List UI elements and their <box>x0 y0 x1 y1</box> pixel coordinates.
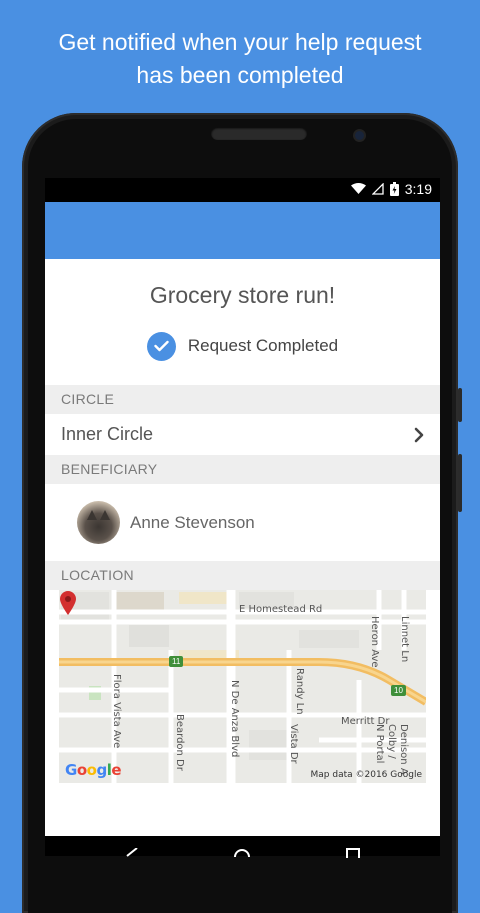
map-label-vista: Vista Dr <box>288 724 299 764</box>
phone-camera <box>355 131 364 140</box>
google-logo: Google <box>65 761 122 779</box>
circle-row[interactable]: Inner Circle <box>45 414 440 455</box>
map-label-beardon: Beardon Dr <box>174 714 185 771</box>
request-status-label: Request Completed <box>187 336 339 355</box>
app-screen: Grocery store run! Request Completed CIR… <box>45 202 440 836</box>
back-icon[interactable] <box>125 848 139 858</box>
map-label-flora-vista: Flora Vista Ave <box>111 674 122 749</box>
chevron-right-icon <box>414 427 424 442</box>
map-label-de-anza: N De Anza Blvd <box>229 680 240 758</box>
nav-bar <box>45 836 440 858</box>
beneficiary-row[interactable]: Anne Stevenson <box>45 484 440 561</box>
check-circle-icon <box>146 331 176 361</box>
circle-value: Inner Circle <box>61 424 154 444</box>
phone-side-button <box>458 454 462 512</box>
request-status: Request Completed <box>45 330 440 362</box>
map-label-heron: Heron Ave <box>369 616 380 668</box>
map-pin-icon <box>60 591 76 615</box>
avatar <box>77 501 120 544</box>
location-map[interactable]: E Homestead Rd Heron Ave Linnet Ln Flora… <box>59 590 426 783</box>
route-shield-10: 10 <box>391 685 406 696</box>
map-label-colby: Colby / <box>386 724 397 759</box>
signal-icon <box>371 183 384 195</box>
map-label-homestead: E Homestead Rd <box>239 604 323 615</box>
beneficiary-section-header: BENEFICIARY <box>45 455 440 484</box>
circle-section-header: CIRCLE <box>45 385 440 414</box>
phone-speaker <box>211 127 307 140</box>
status-bar: 3:19 <box>45 178 440 202</box>
status-time: 3:19 <box>404 181 432 197</box>
route-shield-11: 11 <box>169 656 184 667</box>
home-icon[interactable] <box>234 848 250 858</box>
phone-side-button <box>458 388 462 422</box>
map-label-portal: N Portal <box>374 724 385 764</box>
recents-icon[interactable] <box>346 848 360 858</box>
app-bar <box>45 202 440 259</box>
map-label-denison: Denison A <box>398 724 409 775</box>
battery-icon <box>389 182 399 196</box>
promo-headline: Get notified when your help request has … <box>0 26 480 92</box>
promo-headline-line1: Get notified when your help request <box>58 29 422 55</box>
wifi-icon <box>350 183 366 194</box>
map-label-randy: Randy Ln <box>294 668 305 715</box>
map-label-linnet: Linnet Ln <box>399 616 410 663</box>
map-attribution: Map data ©2016 Google <box>310 770 423 780</box>
location-section-header: LOCATION <box>45 561 440 590</box>
request-title: Grocery store run! <box>149 282 336 308</box>
promo-headline-line2: has been completed <box>136 62 344 88</box>
beneficiary-name: Anne Stevenson <box>130 512 255 532</box>
